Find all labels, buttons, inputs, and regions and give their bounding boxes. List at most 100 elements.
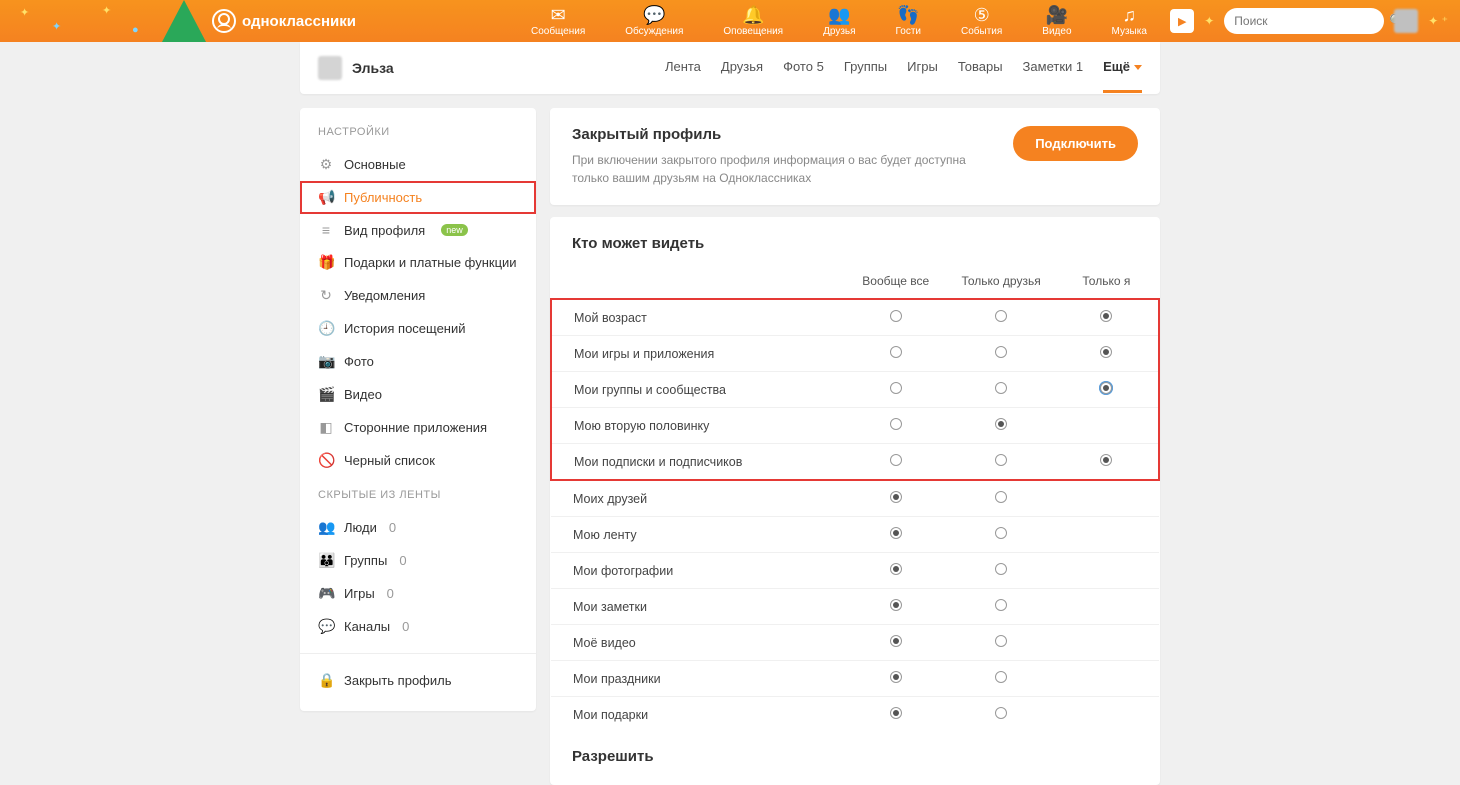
- topnav-События[interactable]: ⑤События: [961, 6, 1002, 37]
- visibility-radio[interactable]: [1100, 346, 1112, 358]
- topnav-icon: ⑤: [974, 6, 990, 26]
- topnav-Обсуждения[interactable]: 💬Обсуждения: [625, 6, 683, 37]
- visibility-radio[interactable]: [890, 527, 902, 539]
- visibility-row-label: Мои группы и сообщества: [551, 372, 843, 408]
- tab-Заметки 1[interactable]: Заметки 1: [1023, 59, 1084, 93]
- topbar: ✦ ✦ ✦ ● одноклассники ✉Сообщения💬Обсужде…: [0, 0, 1460, 42]
- sidebar-item-Черный список[interactable]: 🚫Черный список: [300, 444, 536, 477]
- lock-icon: 🔒: [318, 672, 334, 689]
- visibility-radio[interactable]: [890, 310, 902, 322]
- topnav-Сообщения[interactable]: ✉Сообщения: [531, 6, 585, 37]
- sidebar-item-Сторонние приложения[interactable]: ◧Сторонние приложения: [300, 411, 536, 444]
- profile-name: Эльза: [352, 60, 394, 76]
- topnav-icon: ✉: [551, 6, 566, 26]
- sidebar-icon: 🎬: [318, 386, 334, 403]
- visibility-radio[interactable]: [995, 527, 1007, 539]
- sidebar-hidden-Люди[interactable]: 👥Люди0: [300, 511, 536, 544]
- sidebar-item-count: 0: [402, 619, 409, 634]
- sidebar-hidden-Игры[interactable]: 🎮Игры0: [300, 577, 536, 610]
- visibility-radio[interactable]: [995, 382, 1007, 394]
- tab-Игры[interactable]: Игры: [907, 59, 938, 93]
- visibility-radio[interactable]: [995, 346, 1007, 358]
- visibility-row: Моих друзей: [551, 480, 1159, 517]
- topnav-Видео[interactable]: 🎥Видео: [1042, 6, 1071, 37]
- sidebar-item-label: Основные: [344, 157, 406, 172]
- avatar[interactable]: [1394, 9, 1418, 33]
- visibility-radio[interactable]: [995, 707, 1007, 719]
- sidebar-item-count: 0: [389, 520, 396, 535]
- closed-profile-desc: При включении закрытого профиля информац…: [572, 151, 992, 187]
- topnav-icon: 💬: [643, 6, 665, 26]
- visibility-row: Мою ленту: [551, 517, 1159, 553]
- profile-avatar[interactable]: [318, 56, 342, 80]
- sparkle-icon: ✦ ⁺: [1428, 14, 1448, 28]
- sidebar-item-История посещений[interactable]: 🕘История посещений: [300, 312, 536, 345]
- tab-Фото 5[interactable]: Фото 5: [783, 59, 824, 93]
- sidebar-item-Вид профиля[interactable]: ≡Вид профиляnew: [300, 214, 536, 246]
- visibility-radio[interactable]: [995, 563, 1007, 575]
- visibility-col-header: Только я: [1054, 264, 1159, 299]
- visibility-radio[interactable]: [890, 491, 902, 503]
- tab-Друзья[interactable]: Друзья: [721, 59, 763, 93]
- sidebar-close-profile[interactable]: 🔒 Закрыть профиль: [300, 664, 536, 697]
- visibility-row: Мои праздники: [551, 661, 1159, 697]
- sidebar-item-Основные[interactable]: ⚙Основные: [300, 148, 536, 181]
- visibility-radio[interactable]: [1100, 310, 1112, 322]
- visibility-radio[interactable]: [890, 707, 902, 719]
- topnav-Гости[interactable]: 👣Гости: [896, 6, 921, 37]
- topnav-label: Сообщения: [531, 26, 585, 37]
- visibility-radio[interactable]: [890, 454, 902, 466]
- visibility-radio[interactable]: [1100, 382, 1112, 394]
- sidebar-hidden-Каналы[interactable]: 💬Каналы0: [300, 610, 536, 643]
- sidebar-hidden-Группы[interactable]: 👪Группы0: [300, 544, 536, 577]
- visibility-radio[interactable]: [995, 635, 1007, 647]
- topnav-Друзья[interactable]: 👥Друзья: [823, 6, 855, 37]
- profile-tabs: Лента Друзья Фото 5 Группы Игры Товары Заметки…: [665, 43, 1142, 93]
- play-badge-icon[interactable]: ▶: [1170, 9, 1194, 33]
- visibility-radio[interactable]: [890, 418, 902, 430]
- visibility-radio[interactable]: [890, 563, 902, 575]
- sidebar-item-Фото[interactable]: 📷Фото: [300, 345, 536, 378]
- visibility-radio[interactable]: [890, 599, 902, 611]
- sidebar-item-Видео[interactable]: 🎬Видео: [300, 378, 536, 411]
- visibility-row-label: Мою ленту: [551, 517, 843, 553]
- sidebar-icon: 🎁: [318, 254, 334, 271]
- tab-Лента[interactable]: Лента: [665, 59, 701, 93]
- sidebar-item-Уведомления[interactable]: ↻Уведомления: [300, 279, 536, 312]
- topnav-icon: 🎥: [1046, 6, 1068, 26]
- visibility-radio[interactable]: [890, 635, 902, 647]
- tab-Ещё[interactable]: Ещё: [1103, 59, 1142, 93]
- sidebar-item-label: Закрыть профиль: [344, 673, 452, 688]
- visibility-radio[interactable]: [890, 671, 902, 683]
- sidebar-icon: 📢: [318, 189, 334, 206]
- visibility-radio[interactable]: [995, 599, 1007, 611]
- visibility-radio[interactable]: [1100, 454, 1112, 466]
- visibility-radio[interactable]: [995, 418, 1007, 430]
- topnav-icon: 👥: [828, 6, 850, 26]
- visibility-row-label: Мои игры и приложения: [551, 336, 843, 372]
- visibility-radio[interactable]: [890, 346, 902, 358]
- topnav-icon: 👣: [897, 6, 919, 26]
- topnav-Оповещения[interactable]: 🔔Оповещения: [723, 6, 783, 37]
- search-input[interactable]: [1234, 14, 1389, 28]
- topnav-Музыка[interactable]: ♫Музыка: [1112, 6, 1147, 37]
- visibility-radio[interactable]: [995, 671, 1007, 683]
- search-box[interactable]: 🔍: [1224, 8, 1384, 34]
- logo[interactable]: одноклассники: [212, 9, 356, 33]
- sidebar-item-Подарки и платные функции[interactable]: 🎁Подарки и платные функции: [300, 246, 536, 279]
- visibility-table: Вообще всеТолько друзьяТолько я Мой возр…: [550, 264, 1160, 732]
- sidebar-item-count: 0: [387, 586, 394, 601]
- tab-Группы[interactable]: Группы: [844, 59, 887, 93]
- top-nav: ✉Сообщения 💬Обсуждения 🔔Оповещения 👥Друзья 👣…: [531, 6, 1147, 37]
- topnav-icon: 🔔: [742, 6, 764, 26]
- connect-button[interactable]: Подключить: [1013, 126, 1138, 161]
- visibility-radio[interactable]: [890, 382, 902, 394]
- visibility-radio[interactable]: [995, 454, 1007, 466]
- sidebar-icon: 🕘: [318, 320, 334, 337]
- visibility-radio[interactable]: [995, 310, 1007, 322]
- sidebar-item-label: Сторонние приложения: [344, 420, 487, 435]
- visibility-row: Мою вторую половинку: [551, 408, 1159, 444]
- tab-Товары[interactable]: Товары: [958, 59, 1003, 93]
- visibility-radio[interactable]: [995, 491, 1007, 503]
- sidebar-item-Публичность[interactable]: 📢Публичность: [300, 181, 536, 214]
